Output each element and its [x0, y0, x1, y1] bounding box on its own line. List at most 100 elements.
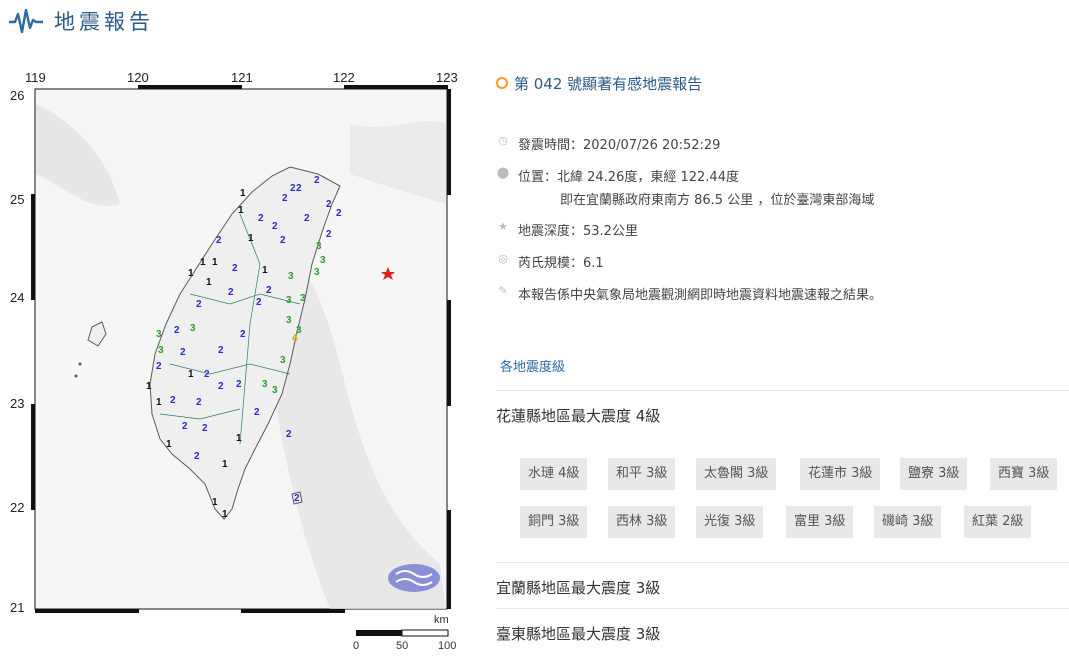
- page-header: 地震報告: [8, 4, 154, 38]
- intensity-value: 2: [254, 407, 260, 418]
- county-taitung[interactable]: 臺東縣地區最大震度 3級: [496, 608, 1069, 644]
- intensity-value: 3: [286, 295, 292, 306]
- intensity-value: 3: [190, 323, 196, 334]
- intensity-value: 1: [212, 497, 218, 508]
- intensity-value: 1: [188, 369, 194, 380]
- intensity-value: 2: [232, 263, 238, 274]
- intensity-value: 3: [314, 267, 320, 278]
- report-panel: 第 042 號顯著有感地震報告 ◷ 發震時間：2020/07/26 20:52:…: [496, 70, 1069, 643]
- info-magnitude: ◎ 芮氏規模：6.1: [496, 252, 604, 271]
- intensity-value: 2: [240, 329, 246, 340]
- intensity-value: 3: [156, 329, 162, 340]
- county-hualien[interactable]: 花蓮縣地區最大震度 4級: [496, 390, 1069, 426]
- location-text: 位置：北緯 24.26度，東經 122.44度: [518, 170, 739, 185]
- intensity-value: 2: [204, 369, 210, 380]
- intensity-value: 2: [256, 297, 262, 308]
- intensity-value: 3: [280, 355, 286, 366]
- wave-icon: ◎: [498, 252, 508, 265]
- intensity-value: 2: [156, 361, 162, 372]
- info-location: ⬤ 位置：北緯 24.26度，東經 122.44度 即在宜蘭縣政府東南方 86.…: [496, 166, 875, 208]
- intensity-value: 2: [290, 183, 296, 194]
- lat-label: 23: [10, 396, 25, 411]
- station-chip: 花蓮市 3級: [800, 458, 881, 490]
- intensity-value: 2: [228, 287, 234, 298]
- intensity-value: 2: [180, 347, 186, 358]
- page-title: 地震報告: [54, 10, 154, 34]
- county-yilan[interactable]: 宜蘭縣地區最大震度 3級: [496, 562, 1069, 598]
- intensity-value: 3: [158, 345, 164, 356]
- intensity-value: 2: [258, 213, 264, 224]
- station-chip: 紅葉 2級: [964, 506, 1032, 538]
- intensity-map: 119 120 121 122 123 26 25 24 23 22 21 2 …: [0, 64, 472, 664]
- depth-text: 地震深度：53.2公里: [518, 224, 638, 239]
- intensity-value: 3: [286, 315, 292, 326]
- intensity-value: 2: [216, 235, 222, 246]
- scale-unit: km: [434, 614, 449, 626]
- station-chip: 太魯閣 3級: [696, 458, 777, 490]
- intensity-value: 3: [288, 271, 294, 282]
- intensity-value: 2: [182, 421, 188, 432]
- intensity-value: 2: [336, 208, 342, 219]
- note-text: 本報告係中央氣象局地震觀測網即時地震資料地震速報之結果。: [518, 288, 883, 303]
- station-chip: 和平 3級: [608, 458, 676, 490]
- bullet-ring-icon: [496, 77, 508, 89]
- intensity-value: 1: [166, 439, 172, 450]
- lat-label: 22: [10, 500, 25, 515]
- station-chip: 富里 3級: [786, 506, 854, 538]
- intensity-value: 2: [326, 229, 332, 240]
- intensity-value: 2: [294, 493, 300, 504]
- intensity-value: 2: [218, 381, 224, 392]
- intensity-value: 2: [202, 423, 208, 434]
- intensity-value: 1: [236, 433, 242, 444]
- seismograph-icon: [9, 8, 43, 34]
- pencil-icon: ✎: [498, 284, 508, 297]
- intensity-value: 1: [240, 188, 246, 199]
- intensity-value: 1: [222, 509, 228, 520]
- intensity-value: 2: [296, 183, 302, 194]
- intensity-value: 2: [282, 193, 288, 204]
- scale-tick: 50: [396, 640, 409, 652]
- lat-label: 25: [10, 192, 25, 207]
- intensity-value: 1: [146, 381, 152, 392]
- county-label: 宜蘭縣地區最大震度 3級: [496, 579, 661, 597]
- station-chip: 光復 3級: [696, 506, 764, 538]
- intensity-value: 1: [188, 268, 194, 279]
- intensity-value: 1: [206, 277, 212, 288]
- intensity-value: 1: [222, 459, 228, 470]
- clock-icon: ◷: [498, 134, 508, 147]
- lon-label: 123: [436, 70, 458, 85]
- lon-label: 119: [25, 70, 46, 85]
- intensity-value: 2: [236, 379, 242, 390]
- intensity-value: 2: [194, 451, 200, 462]
- station-chip: 鹽寮 3級: [900, 458, 968, 490]
- star-icon: ★: [498, 220, 508, 233]
- intensity-value: 1: [238, 205, 244, 216]
- intensity-value: 2: [280, 235, 286, 246]
- station-chip: 銅門 3級: [520, 506, 588, 538]
- report-heading: 第 042 號顯著有感地震報告: [496, 70, 1069, 96]
- lon-label: 122: [333, 70, 355, 85]
- station-chip: 水璉 4級: [520, 458, 588, 490]
- intensity-value: 4: [292, 333, 298, 344]
- intensity-value: 2: [174, 325, 180, 336]
- intensity-value: 3: [262, 379, 268, 390]
- intensity-value: 2: [326, 199, 332, 210]
- info-depth: ★ 地震深度：53.2公里: [496, 220, 638, 239]
- intensity-value: 1: [262, 265, 268, 276]
- intensity-section-link[interactable]: 各地震度級: [500, 356, 565, 375]
- lon-label: 120: [127, 70, 149, 85]
- lat-label: 24: [10, 290, 25, 305]
- station-chip: 磯崎 3級: [874, 506, 942, 538]
- report-title: 第 042 號顯著有感地震報告: [514, 74, 703, 93]
- intensity-value: 3: [316, 241, 322, 252]
- lat-label: 21: [10, 600, 25, 615]
- intensity-value: 1: [200, 257, 206, 268]
- map-canvas: [31, 85, 451, 637]
- intensity-value: 2: [266, 285, 272, 296]
- scale-tick: 0: [353, 640, 360, 652]
- info-note: ✎ 本報告係中央氣象局地震觀測網即時地震資料地震速報之結果。: [496, 284, 882, 303]
- lon-label: 121: [231, 70, 253, 85]
- intensity-value: 3: [272, 385, 278, 396]
- intensity-value: 2: [218, 345, 224, 356]
- intensity-value: 3: [300, 293, 306, 304]
